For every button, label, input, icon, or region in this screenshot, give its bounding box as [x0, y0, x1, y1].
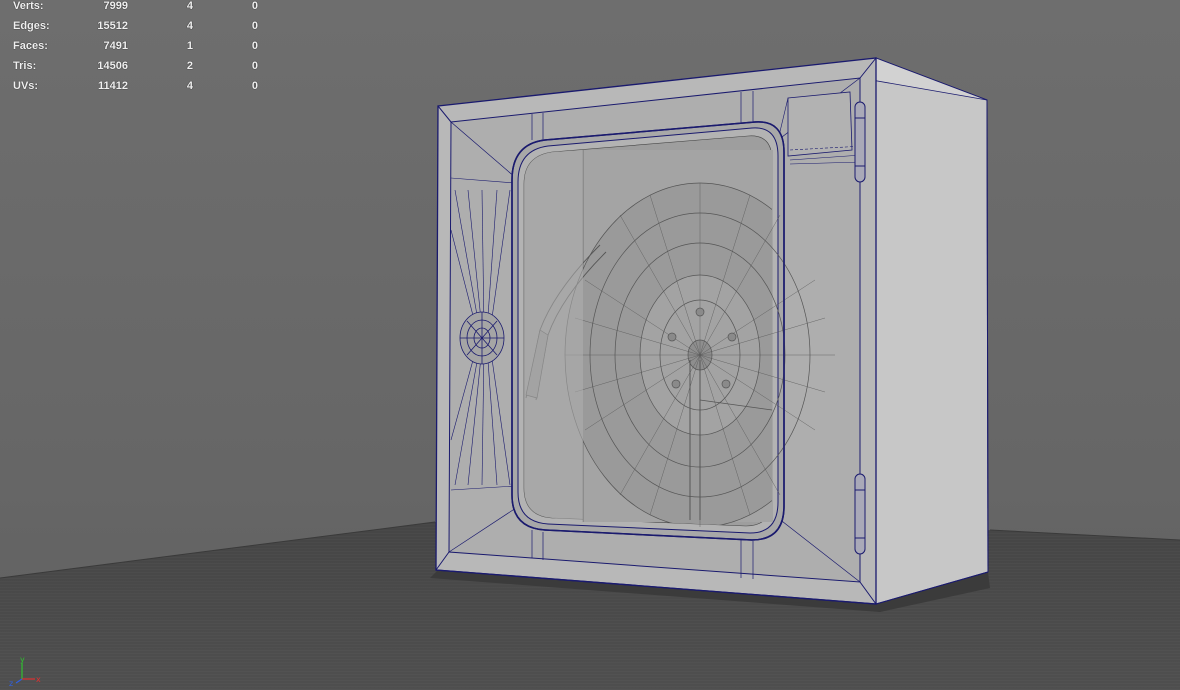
hud-value-extra: 0: [251, 0, 258, 12]
hud-value-selected: 4: [186, 80, 193, 92]
hud-label: Tris:: [13, 60, 37, 72]
hud-value-selected: 4: [186, 20, 193, 32]
hud-label: UVs:: [13, 80, 39, 92]
axis-x-label: x: [36, 675, 41, 684]
cabinet-model[interactable]: [430, 57, 990, 612]
hud-value-total: 14506: [97, 60, 128, 72]
axis-z-label: z: [9, 679, 13, 687]
hud-label: Edges:: [13, 20, 50, 32]
hud-value-selected: 2: [186, 60, 193, 72]
scene-canvas[interactable]: [0, 0, 1180, 690]
hud-label: Verts:: [13, 0, 44, 12]
viewport-3d[interactable]: Verts: 7999 4 0 Edges: 15512 4 0 Faces: …: [0, 0, 1180, 690]
hud-value-total: 11412: [98, 80, 128, 92]
hud-value-selected: 1: [186, 40, 193, 52]
hud-value-extra: 0: [251, 80, 258, 92]
hud-value-selected: 4: [186, 0, 193, 12]
hinge-top: [854, 101, 866, 183]
hud-value-extra: 0: [251, 20, 258, 32]
hud-value-total: 7491: [103, 40, 128, 52]
hud-value-total: 15512: [97, 20, 128, 32]
hud-value-extra: 0: [251, 40, 258, 52]
axis-y-label: y: [20, 655, 25, 664]
hud-label: Faces:: [13, 40, 48, 52]
hud-value-total: 7999: [103, 0, 128, 12]
hud-value-extra: 0: [251, 60, 258, 72]
axis-z-line: [15, 678, 23, 684]
lock-knob: [459, 311, 505, 365]
hinge-bottom: [854, 473, 866, 555]
axis-gizmo: y x z: [9, 655, 41, 687]
